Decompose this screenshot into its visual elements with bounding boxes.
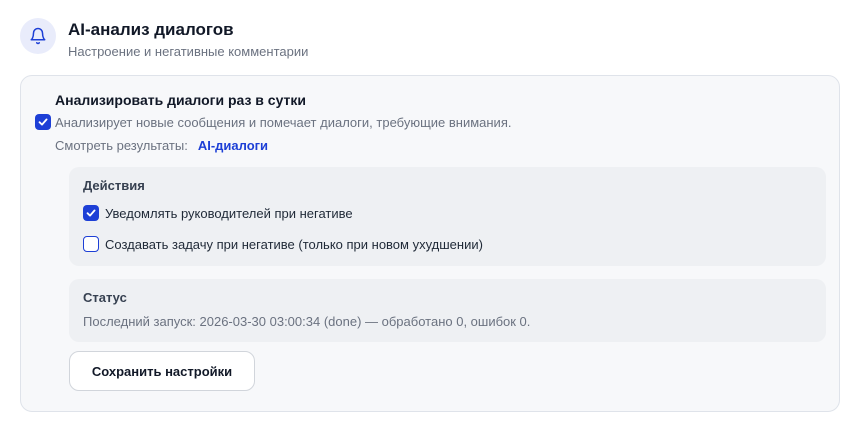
section-header: AI-анализ диалогов Настроение и негативн… <box>20 16 840 62</box>
check-icon <box>38 118 48 126</box>
daily-analysis-description: Анализирует новые сообщения и помечает д… <box>55 115 512 130</box>
create-task-checkbox[interactable] <box>83 236 99 252</box>
save-settings-button[interactable]: Сохранить настройки <box>69 351 255 391</box>
page-subtitle: Настроение и негативные комментарии <box>68 44 309 59</box>
status-title: Статус <box>83 290 127 305</box>
ai-dialogs-link[interactable]: AI-диалоги <box>198 138 268 153</box>
daily-analysis-title: Анализировать диалоги раз в сутки <box>55 92 307 108</box>
bell-icon <box>30 27 46 45</box>
check-icon <box>86 209 96 217</box>
daily-analysis-checkbox[interactable] <box>35 114 51 130</box>
bell-icon-badge <box>20 18 56 54</box>
status-panel: Статус Последний запуск: 2026-03-30 03:0… <box>69 279 826 342</box>
results-label: Смотреть результаты: <box>55 138 188 153</box>
notify-managers-checkbox[interactable] <box>83 205 99 221</box>
settings-card: Анализировать диалоги раз в сутки Анализ… <box>20 75 840 412</box>
results-row: Смотреть результаты: AI-диалоги <box>55 138 268 153</box>
status-text: Последний запуск: 2026-03-30 03:00:34 (d… <box>83 314 531 329</box>
actions-title: Действия <box>83 178 145 193</box>
notify-managers-option[interactable]: Уведомлять руководителей при негативе <box>83 205 353 221</box>
create-task-label: Создавать задачу при негативе (только пр… <box>105 236 483 252</box>
actions-panel: Действия Уведомлять руководителей при не… <box>69 167 826 266</box>
notify-managers-label: Уведомлять руководителей при негативе <box>105 205 353 221</box>
page-title: AI-анализ диалогов <box>68 20 234 39</box>
create-task-option[interactable]: Создавать задачу при негативе (только пр… <box>83 236 483 252</box>
